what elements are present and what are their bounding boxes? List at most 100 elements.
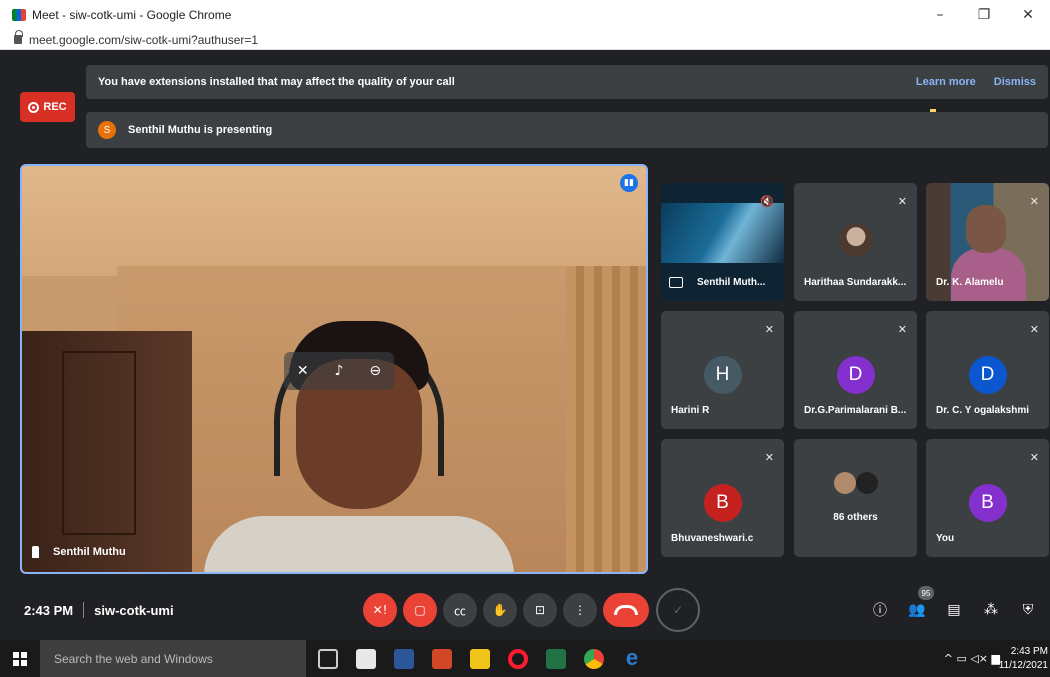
main-video-name-label: Senthil Muthu (32, 546, 126, 558)
host-controls-icon[interactable]: ⛨ (1018, 600, 1038, 620)
check-icon: ✓ (672, 603, 684, 617)
dismiss-button[interactable]: Dismiss (994, 76, 1036, 88)
pin-icon[interactable] (32, 546, 39, 558)
participant-avatar: H (703, 356, 742, 394)
excel-icon[interactable] (546, 649, 566, 669)
participant-tile[interactable]: ✕ Harithaa Sundarakk... (794, 183, 917, 301)
task-view-icon[interactable] (318, 649, 338, 669)
leave-call-button[interactable] (603, 593, 649, 627)
system-tray: ^ ▭ ◁× ▆ (944, 652, 1000, 665)
participant-count-badge: 95 (918, 586, 934, 600)
volume-icon[interactable]: ◁× (970, 652, 988, 665)
powerpoint-icon[interactable] (432, 649, 452, 669)
chevron-up-icon[interactable]: ^ (944, 652, 953, 665)
captions-icon: ㏄ (453, 603, 466, 618)
address-bar[interactable]: meet.google.com/siw-cotk-umi?authuser=1 (0, 30, 1050, 50)
meeting-info-icon[interactable]: ⓘ (870, 600, 890, 620)
lock-icon[interactable] (14, 30, 23, 44)
participant-avatar: D (968, 356, 1007, 394)
present-icon: ⊡ (534, 603, 546, 617)
url-text[interactable]: meet.google.com/siw-cotk-umi?authuser=1 (29, 33, 258, 47)
camera-toggle-button[interactable]: ▢ (403, 593, 437, 627)
camera-off-icon: ▢ (414, 603, 426, 617)
extensions-warning-text: You have extensions installed that may a… (98, 76, 455, 88)
window-controls: – ❐ ✕ (918, 0, 1050, 30)
screen-share-thumbnail (661, 203, 784, 263)
participant-avatar: D (836, 356, 875, 394)
captions-button[interactable]: ㏄ (443, 593, 477, 627)
microphone-toggle-button[interactable]: ✕! (363, 593, 397, 627)
mic-off-icon: ✕ (1029, 451, 1039, 464)
video-background (22, 166, 646, 276)
browser-title-bar: Meet - siw-cotk-umi - Google Chrome – ❐ … (0, 0, 1050, 30)
record-icon (28, 101, 40, 113)
participant-name: You (936, 533, 955, 544)
participant-name: Bhuvaneshwari.c (671, 533, 754, 544)
more-vert-icon: ⋮ (574, 603, 586, 617)
window-title: Meet - siw-cotk-umi - Google Chrome (32, 8, 232, 22)
edge-icon[interactable]: e (622, 647, 642, 669)
present-now-button[interactable]: ⊡ (523, 593, 557, 627)
volume-muted-icon: 🔇 (760, 195, 774, 208)
participant-tile[interactable]: ✕ D Dr. C. Y ogalakshmi (926, 311, 1049, 429)
participant-avatar: B (703, 484, 742, 522)
divider (83, 602, 85, 618)
mic-off-icon: ✕ (1029, 323, 1039, 336)
pin-off-icon[interactable]: ✕ (297, 363, 309, 379)
speaking-indicator-icon: ▮▮ (620, 174, 638, 192)
meet-stage: REC You have extensions installed that m… (0, 50, 1050, 640)
video-background-wardrobe (22, 331, 192, 572)
windows-taskbar: Search the web and Windows e ^ ▭ ◁× ▆ 2:… (0, 640, 1050, 677)
opera-icon[interactable] (508, 649, 528, 669)
activities-button[interactable]: ✓ (656, 588, 700, 632)
activities-icon[interactable]: ⁂ (981, 600, 1001, 620)
mic-off-icon: ✕ (1029, 195, 1039, 208)
participant-tile[interactable]: ✕ B Bhuvaneshwari.c (661, 439, 784, 557)
others-tile[interactable]: 86 others (794, 439, 917, 557)
file-explorer-icon[interactable] (470, 649, 490, 669)
raise-hand-button[interactable]: ✋ (483, 593, 517, 627)
minimize-button[interactable]: – (918, 0, 962, 30)
tile-hover-controls: ✕ ♪ ⊖ (284, 352, 394, 390)
participant-tile[interactable]: ✕ Dr. K. Alamelu (926, 183, 1049, 301)
mic-off-icon: ✕ (897, 323, 907, 336)
people-icon[interactable]: 👥 (907, 600, 927, 620)
mic-off-icon: ✕ (764, 323, 774, 336)
clock-time: 2:43 PM (1010, 646, 1048, 657)
self-tile[interactable]: ✕ B You (926, 439, 1049, 557)
participant-name: Dr. C. Y ogalakshmi (936, 405, 1030, 416)
participant-name: Harini R (671, 405, 710, 416)
meeting-details: 2:43 PM siw-cotk-umi (24, 602, 174, 618)
presenting-text: Senthil Muthu is presenting (128, 124, 273, 136)
present-screen-icon (669, 277, 683, 288)
video-background-curtain (566, 266, 646, 572)
more-options-button[interactable]: ⋮ (563, 593, 597, 627)
main-video-tile[interactable]: ✕ ♪ ⊖ ▮▮ Senthil Muthu (20, 164, 648, 574)
store-icon[interactable] (356, 649, 376, 669)
presenting-banner: S Senthil Muthu is presenting (86, 112, 1048, 148)
chat-icon[interactable]: ▤ (944, 600, 964, 620)
participant-tile[interactable]: 🔇 Senthil Muth... (661, 183, 784, 301)
participant-tile[interactable]: ✕ H Harini R (661, 311, 784, 429)
microphone-icon[interactable]: ♪ (335, 363, 344, 379)
recording-label: REC (43, 101, 67, 113)
chrome-icon[interactable] (584, 649, 604, 669)
learn-more-link[interactable]: Learn more (916, 76, 976, 88)
start-button[interactable] (0, 640, 40, 677)
participant-name: Harithaa Sundarakk... (804, 277, 907, 288)
restore-button[interactable]: ❐ (962, 0, 1006, 30)
network-icon[interactable]: ▭ (956, 652, 966, 665)
participant-avatar: B (968, 484, 1007, 522)
main-video-name: Senthil Muthu (53, 546, 126, 558)
participant-tile[interactable]: ✕ D Dr.G.Parimalarani B... (794, 311, 917, 429)
extensions-warning-banner: You have extensions installed that may a… (86, 65, 1048, 99)
taskbar-clock[interactable]: 2:43 PM 11/12/2021 (999, 645, 1048, 673)
participant-name: Dr.G.Parimalarani B... (804, 405, 907, 416)
recording-indicator[interactable]: REC (20, 92, 75, 122)
close-button[interactable]: ✕ (1006, 0, 1050, 30)
remove-icon[interactable]: ⊖ (369, 363, 381, 379)
participant-name: Senthil Muth... (697, 277, 766, 288)
word-icon[interactable] (394, 649, 414, 669)
taskbar-search-box[interactable]: Search the web and Windows (40, 640, 306, 677)
clock-date: 11/12/2021 (998, 660, 1048, 671)
